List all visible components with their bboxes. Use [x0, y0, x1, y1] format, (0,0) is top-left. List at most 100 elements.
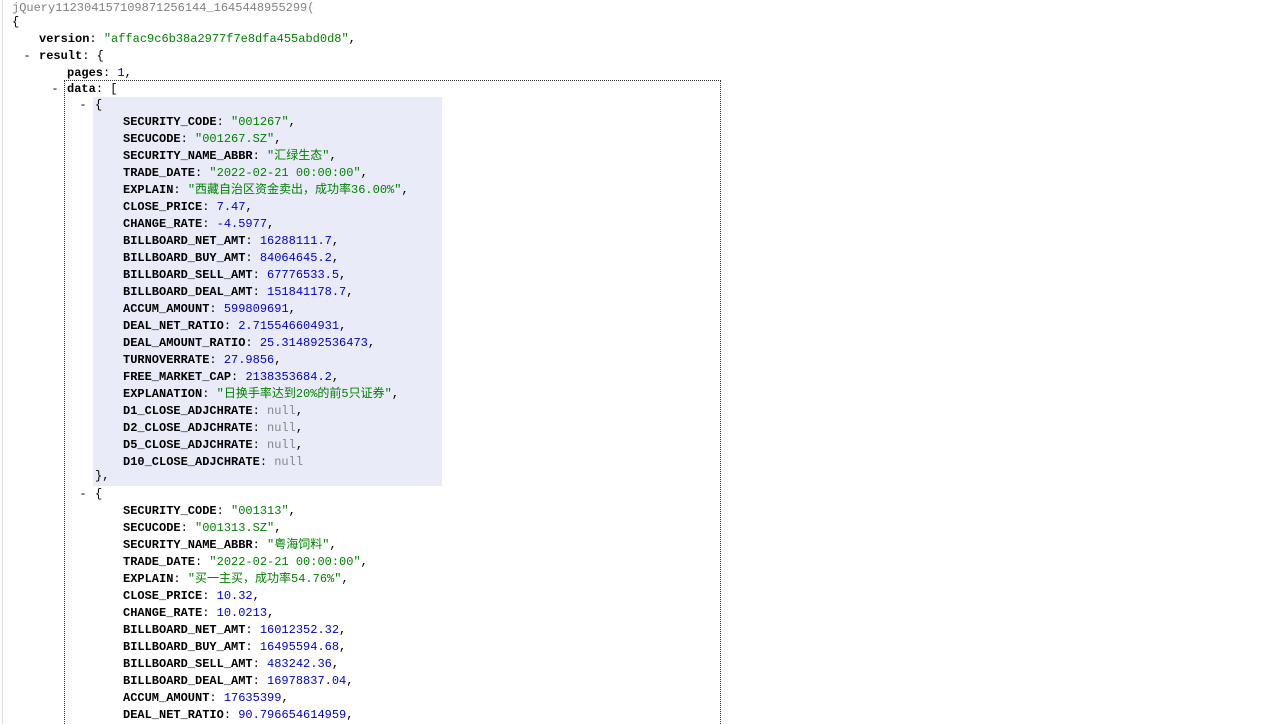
field-value: "001267"	[231, 115, 289, 129]
field-value: "西藏自治区资金卖出，成功率36.00%"	[187, 183, 402, 197]
field-row: SECURITY_NAME_ABBR: "粤海饲料",	[123, 538, 337, 552]
data-key: data	[67, 82, 96, 96]
field-row: TURNOVERRATE: 27.9856,	[123, 353, 282, 367]
field-row: D1_CLOSE_ADJCHRATE: null,	[123, 404, 304, 418]
result-collapse-toggle[interactable]: -	[21, 48, 33, 65]
field-key: TRADE_DATE	[123, 555, 196, 569]
pages-key: pages	[67, 66, 104, 80]
field-row: D10_CLOSE_ADJCHRATE: null	[123, 455, 304, 469]
field-key: ACCUM_AMOUNT	[123, 302, 210, 316]
field-key: TURNOVERRATE	[123, 353, 210, 367]
field-value: 17635399	[223, 691, 282, 705]
field-row: BILLBOARD_BUY_AMT: 84064645.2,	[123, 251, 340, 265]
version-key: version	[39, 32, 90, 46]
field-row: SECURITY_NAME_ABBR: "汇绿生态",	[123, 149, 337, 163]
field-value: 151841178.7	[267, 285, 347, 299]
field-value: "买一主买，成功率54.76%"	[187, 572, 342, 586]
field-key: FREE_MARKET_CAP	[123, 370, 232, 384]
field-value: 483242.36	[267, 657, 332, 671]
field-value: "001313"	[231, 504, 289, 518]
window-left-edge	[0, 0, 3, 724]
field-value: "001267.SZ"	[195, 132, 275, 146]
field-key: D10_CLOSE_ADJCHRATE	[123, 455, 260, 469]
field-row: FREE_MARKET_CAP: 2138353684.2,	[123, 370, 340, 384]
root-open-brace: {	[12, 15, 20, 29]
field-row: D5_CLOSE_ADJCHRATE: null,	[123, 438, 304, 452]
field-key: D2_CLOSE_ADJCHRATE	[123, 421, 253, 435]
record-0-collapse-toggle[interactable]: -	[77, 97, 89, 114]
field-value: -4.5977	[216, 217, 268, 231]
field-value: 16012352.32	[259, 623, 340, 637]
field-key: ACCUM_AMOUNT	[123, 691, 210, 705]
field-key: D5_CLOSE_ADJCHRATE	[123, 438, 253, 452]
field-value: "2022-02-21 00:00:00"	[209, 166, 361, 180]
field-key: EXPLAIN	[123, 183, 174, 197]
field-key: CLOSE_PRICE	[123, 200, 203, 214]
field-key: BILLBOARD_NET_AMT	[123, 623, 246, 637]
field-key: CHANGE_RATE	[123, 606, 203, 620]
field-row: DEAL_NET_RATIO: 90.796654614959,	[123, 708, 354, 722]
field-value: "001313.SZ"	[195, 521, 275, 535]
field-value: 84064645.2	[259, 251, 332, 265]
field-value: 10.0213	[216, 606, 268, 620]
data-row: data: [	[67, 82, 118, 96]
field-key: DEAL_NET_RATIO	[123, 319, 224, 333]
version-value: "affac9c6b38a2977f7e8dfa455abd0d8"	[103, 32, 349, 46]
field-row: SECUCODE: "001313.SZ",	[123, 521, 282, 535]
field-row: SECURITY_CODE: "001267",	[123, 115, 296, 129]
field-row: TRADE_DATE: "2022-02-21 00:00:00",	[123, 555, 368, 569]
field-row: BILLBOARD_NET_AMT: 16012352.32,	[123, 623, 347, 637]
field-key: BILLBOARD_DEAL_AMT	[123, 674, 253, 688]
field-key: BILLBOARD_SELL_AMT	[123, 268, 253, 282]
field-key: EXPLANATION	[123, 387, 203, 401]
record-0-open-brace: {	[95, 98, 103, 112]
field-key: SECUCODE	[123, 521, 181, 535]
field-row: BILLBOARD_NET_AMT: 16288111.7,	[123, 234, 340, 248]
field-key: SECURITY_NAME_ABBR	[123, 538, 253, 552]
field-key: CLOSE_PRICE	[123, 589, 203, 603]
field-value: 16288111.7	[259, 234, 332, 248]
field-row: CLOSE_PRICE: 7.47,	[123, 200, 253, 214]
field-row: BILLBOARD_DEAL_AMT: 16978837.04,	[123, 674, 354, 688]
field-value: 2138353684.2	[245, 370, 332, 384]
field-value: 599809691	[223, 302, 289, 316]
field-value: 27.9856	[223, 353, 275, 367]
pages-value: 1	[117, 66, 125, 80]
field-key: BILLBOARD_BUY_AMT	[123, 640, 246, 654]
data-collapse-toggle[interactable]: -	[49, 81, 61, 98]
field-row: CLOSE_PRICE: 10.32,	[123, 589, 260, 603]
field-row: DEAL_NET_RATIO: 2.715546604931,	[123, 319, 347, 333]
field-row: D2_CLOSE_ADJCHRATE: null,	[123, 421, 304, 435]
field-value: 67776533.5	[267, 268, 340, 282]
field-row: BILLBOARD_SELL_AMT: 67776533.5,	[123, 268, 347, 282]
field-value: null	[274, 455, 304, 469]
field-key: TRADE_DATE	[123, 166, 196, 180]
field-key: BILLBOARD_BUY_AMT	[123, 251, 246, 265]
field-row: SECUCODE: "001267.SZ",	[123, 132, 282, 146]
field-key: EXPLAIN	[123, 572, 174, 586]
field-row: CHANGE_RATE: 10.0213,	[123, 606, 275, 620]
field-row: CHANGE_RATE: -4.5977,	[123, 217, 275, 231]
field-value: null	[267, 438, 296, 452]
field-value: 10.32	[216, 589, 253, 603]
field-value: null	[267, 404, 296, 418]
field-key: DEAL_NET_RATIO	[123, 708, 224, 722]
field-value: 90.796654614959	[238, 708, 347, 722]
record-1-collapse-toggle[interactable]: -	[77, 486, 89, 503]
field-key: SECURITY_CODE	[123, 504, 217, 518]
field-key: CHANGE_RATE	[123, 217, 203, 231]
field-value: 2.715546604931	[238, 319, 340, 333]
jsonp-callback-name: jQuery1123041571098712561­44_16454489552…	[12, 1, 315, 15]
field-key: BILLBOARD_SELL_AMT	[123, 657, 253, 671]
field-key: DEAL_AMOUNT_RATIO	[123, 336, 246, 350]
field-value: 16495594.68	[259, 640, 340, 654]
field-row: EXPLANATION: "日换手率达到20%的前5只证券",	[123, 387, 400, 401]
field-row: ACCUM_AMOUNT: 599809691,	[123, 302, 296, 316]
field-value: null	[267, 421, 296, 435]
field-row: TRADE_DATE: "2022-02-21 00:00:00",	[123, 166, 368, 180]
field-key: SECUCODE	[123, 132, 181, 146]
field-value: "粤海饲料"	[267, 538, 330, 552]
field-row: DEAL_AMOUNT_RATIO: 25.314892536473,	[123, 336, 376, 350]
field-row: EXPLAIN: "买一主买，成功率54.76%",	[123, 572, 349, 586]
result-key: result	[39, 49, 83, 63]
